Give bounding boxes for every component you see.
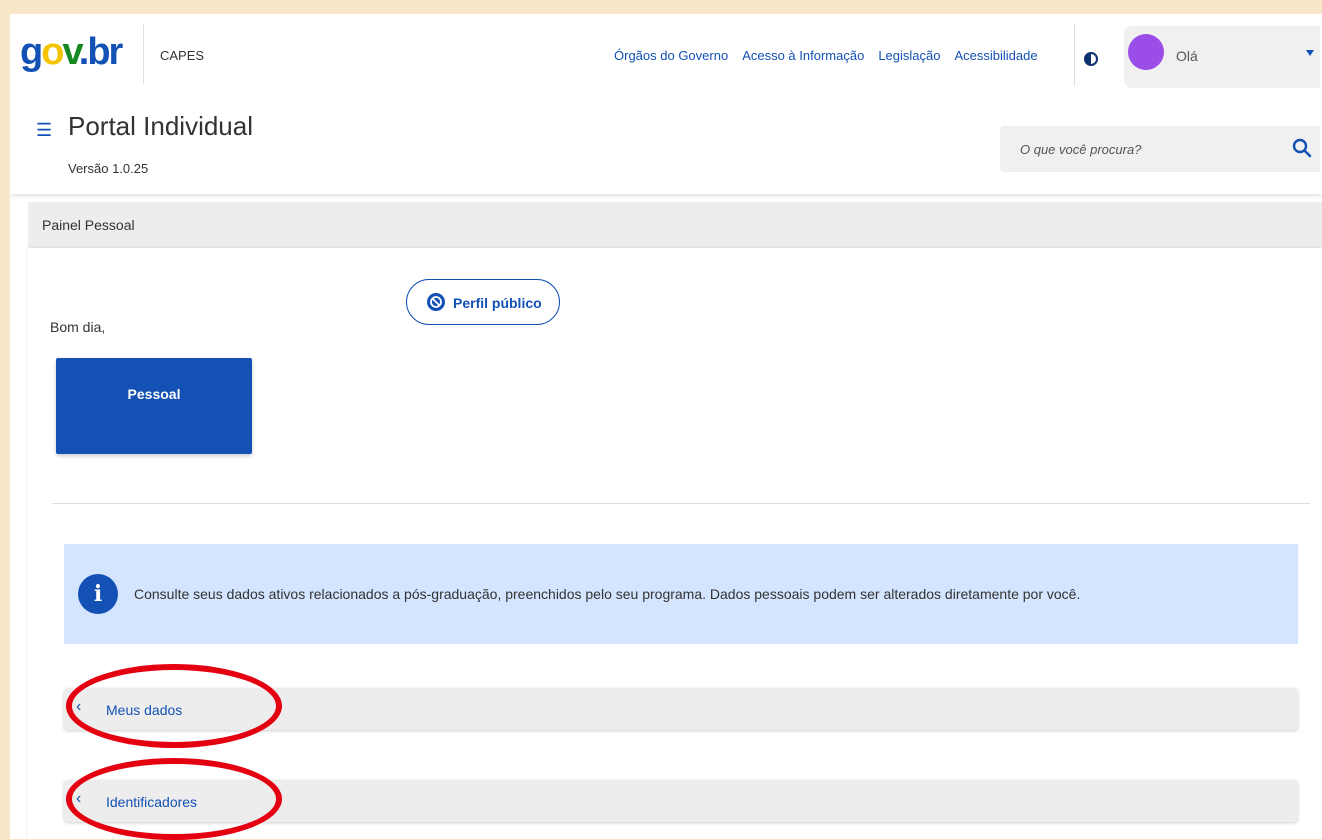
hamburger-menu-icon[interactable]: ☰ — [36, 121, 52, 139]
info-alert: i Consulte seus dados ativos relacionado… — [64, 544, 1298, 644]
accordion-label: Meus dados — [106, 702, 183, 718]
accordion-meus-dados[interactable]: ‹ Meus dados — [64, 688, 1298, 730]
chevron-down-icon: ‹ — [76, 790, 82, 807]
pessoal-card-label: Pessoal — [127, 386, 181, 402]
public-profile-button[interactable]: Perfil público — [406, 279, 560, 325]
page-title: Portal Individual — [68, 111, 253, 141]
public-profile-label: Perfil público — [453, 295, 542, 311]
breadcrumb-current: Painel Pessoal — [42, 217, 135, 233]
links-divider — [1074, 24, 1075, 86]
greeting-text: Bom dia, — [50, 319, 106, 335]
search-input[interactable] — [1018, 138, 1282, 160]
chevron-down-icon: ‹ — [76, 698, 82, 715]
page: gov.br CAPES Órgãos do Governo Acesso à … — [10, 14, 1322, 839]
org-name: CAPES — [160, 48, 205, 63]
user-menu[interactable]: Olá — [1124, 26, 1320, 88]
avatar — [1128, 34, 1164, 70]
info-alert-text: Consulte seus dados ativos relacionados … — [134, 586, 1081, 602]
public-profile-icon — [427, 293, 445, 311]
top-links: Órgãos do Governo Acesso à Informação Le… — [614, 48, 1038, 63]
breadcrumb: Painel Pessoal — [28, 202, 1322, 248]
link-acesso-informacao[interactable]: Acesso à Informação — [742, 48, 864, 63]
search-box — [1000, 126, 1320, 172]
header: gov.br CAPES Órgãos do Governo Acesso à … — [10, 14, 1322, 194]
search-icon[interactable] — [1290, 136, 1314, 160]
link-acessibilidade[interactable]: Acessibilidade — [954, 48, 1037, 63]
govbr-logo[interactable]: gov.br — [20, 32, 123, 72]
link-legislacao[interactable]: Legislação — [878, 48, 940, 63]
logo-divider — [143, 24, 144, 84]
contrast-icon[interactable] — [1084, 52, 1098, 66]
user-greeting: Olá — [1176, 48, 1198, 64]
divider — [52, 503, 1310, 504]
chevron-down-icon[interactable] — [1306, 50, 1314, 56]
version-label: Versão 1.0.25 — [68, 161, 149, 176]
pessoal-card[interactable]: Pessoal — [56, 358, 252, 454]
main-content: Bom dia, Perfil público Pessoal i Consul… — [28, 248, 1322, 839]
accordion-label: Identificadores — [106, 794, 198, 810]
link-orgaos-governo[interactable]: Órgãos do Governo — [614, 48, 728, 63]
accordion-identificadores[interactable]: ‹ Identificadores — [64, 780, 1298, 822]
info-icon: i — [78, 574, 118, 614]
